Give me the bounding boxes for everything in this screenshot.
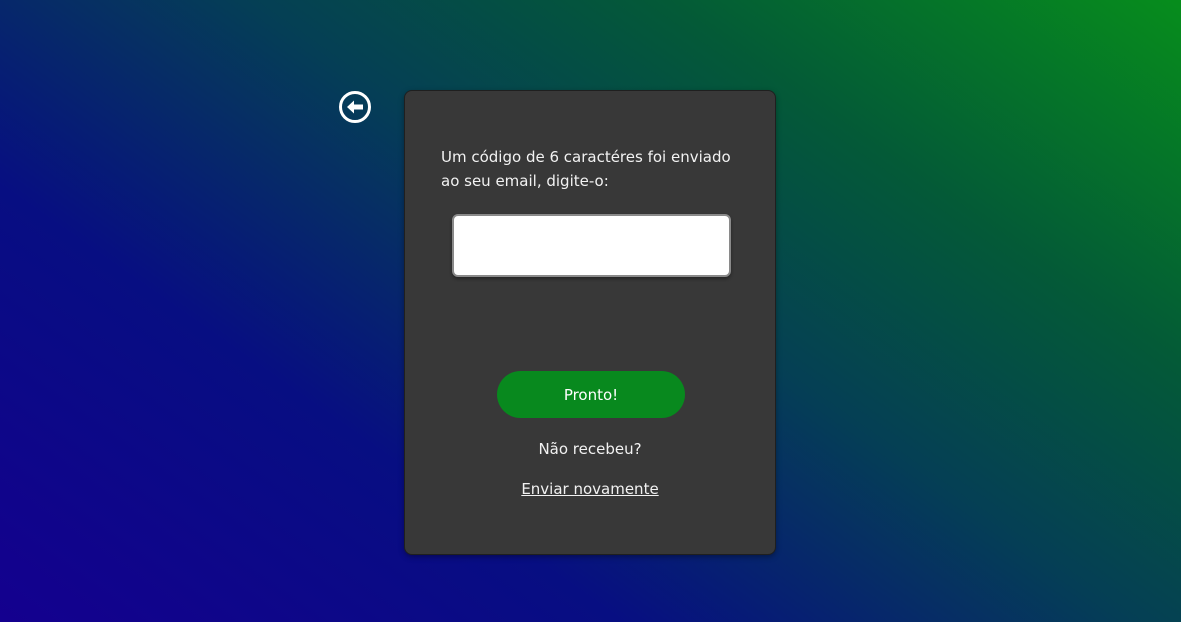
done-button[interactable]: Pronto! (497, 371, 685, 418)
arrow-left-circle-icon (339, 91, 371, 123)
back-button[interactable] (338, 90, 372, 124)
verification-card: Um código de 6 caractéres foi enviado ao… (404, 90, 776, 555)
resend-link[interactable]: Enviar novamente (405, 479, 775, 499)
instruction-text: Um código de 6 caractéres foi enviado ao… (441, 148, 731, 190)
not-received-text: Não recebeu? (538, 440, 642, 458)
verification-code-input[interactable] (452, 214, 731, 277)
